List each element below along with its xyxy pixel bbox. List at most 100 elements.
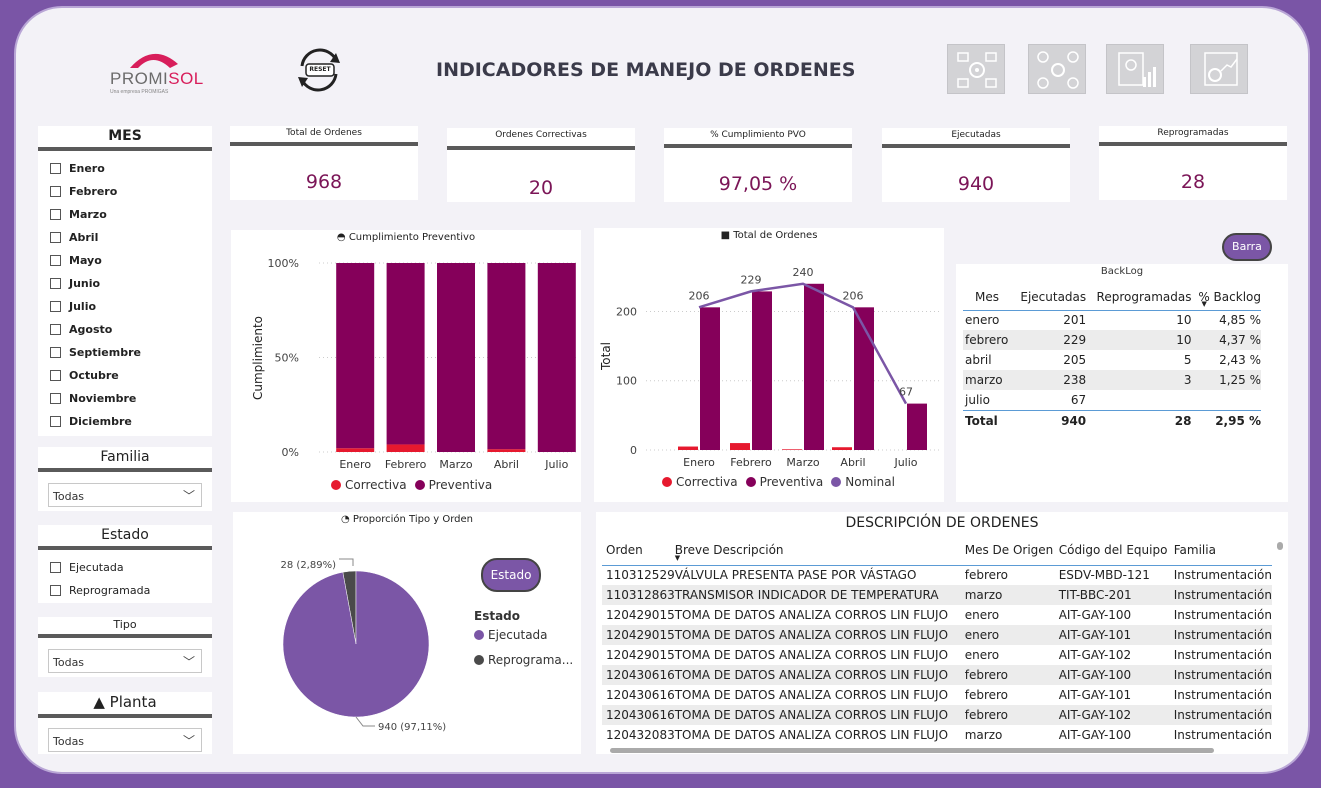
backlog-col-backlog[interactable]: % Backlog ▼: [1192, 284, 1261, 310]
backlog-total-reprogramadas: 28: [1174, 413, 1192, 428]
y-tick-label: 200: [616, 305, 637, 318]
table-row[interactable]: 110312863 TRANSMISOR INDICADOR DE TEMPERA…: [602, 585, 1272, 605]
page-title: INDICADORES DE MANEJO DE ORDENES: [436, 59, 856, 81]
backlog-table-card: BackLog Mes Ejecutadas Reprogramadas % B…: [956, 264, 1288, 502]
kpi-divider: [882, 144, 1070, 148]
table-row[interactable]: 120429015 TOMA DE DATOS ANALIZA CORROS LI…: [602, 625, 1272, 645]
backlog-row[interactable]: abril 205 5 2,43 %: [963, 350, 1261, 370]
settings-chart-icon[interactable]: [1190, 44, 1248, 94]
horizontal-scrollbar[interactable]: [610, 748, 1214, 753]
estado-button[interactable]: Estado: [481, 558, 541, 592]
backlog-row[interactable]: julio 67: [963, 390, 1261, 410]
backlog-cell: 238: [1063, 373, 1087, 387]
table-cell: Instrumentación: [1173, 628, 1272, 642]
backlog-row[interactable]: enero 201 10 4,85 %: [963, 310, 1261, 330]
chevron-down-icon: ﹀: [182, 489, 195, 503]
estado-item-reprogramada[interactable]: Reprogramada: [50, 584, 150, 597]
bar-correctiva: [832, 447, 852, 450]
data-label: 206: [689, 289, 710, 302]
mes-item-febrero[interactable]: Febrero: [50, 185, 117, 198]
y-tick-label: 100%: [268, 257, 299, 270]
table-cell: TOMA DE DATOS ANALIZA CORROS LIN FLUJO: [674, 648, 949, 662]
mes-item-septiembre[interactable]: Septiembre: [50, 346, 141, 359]
ordenes-col-codigo[interactable]: Código del Equipo: [1059, 536, 1174, 565]
estado-item-ejecutada[interactable]: Ejecutada: [50, 561, 124, 574]
kpi-label: Reprogramadas: [1157, 128, 1229, 138]
mes-item-diciembre[interactable]: Diciembre: [50, 415, 132, 428]
familia-dropdown[interactable]: Todas ﹀: [48, 483, 202, 507]
backlog-col-label: % Backlog: [1198, 289, 1261, 304]
planta-dropdown[interactable]: Todas ﹀: [48, 728, 202, 752]
ordenes-table-card: DESCRIPCIÓN DE ORDENES Orden Breve Descr…: [596, 512, 1288, 754]
planta-slicer-title: ▲ Planta: [93, 693, 157, 711]
table-row[interactable]: 110312529 VÁLVULA PRESENTA PASE POR VÁSTA…: [602, 565, 1272, 585]
cumplimiento-chart-card: ◓ Cumplimiento Preventivo 0% 50% 100% Cumpl…: [231, 230, 581, 502]
mes-item-junio[interactable]: Junio: [50, 277, 100, 290]
x-tick-label: Marzo: [786, 456, 820, 469]
ordenes-col-descripcion[interactable]: Breve Descripción ▼: [675, 536, 965, 565]
table-cell: febrero: [964, 708, 1009, 722]
backlog-cell: 10: [1176, 313, 1192, 328]
x-tick-label: Enero: [683, 456, 715, 469]
checkbox-icon: [50, 186, 61, 197]
table-row[interactable]: 120432083 TOMA DE DATOS ANALIZA CORROS LI…: [602, 725, 1272, 745]
vertical-scrollbar[interactable]: [1277, 542, 1283, 550]
backlog-col-mes[interactable]: Mes: [963, 284, 1013, 310]
barra-button[interactable]: Barra: [1222, 233, 1272, 261]
logo-text-b: SOL: [168, 69, 204, 88]
logo-text-a: PROMI: [110, 69, 169, 88]
sort-desc-icon: ▼: [1201, 300, 1207, 308]
backlog-row[interactable]: febrero 229 10 4,37 %: [963, 330, 1261, 350]
familia-slicer-title: Familia: [100, 449, 150, 465]
data-label: 206: [843, 289, 864, 302]
table-row[interactable]: 120429015 TOMA DE DATOS ANALIZA CORROS LI…: [602, 605, 1272, 625]
bar-preventiva: [487, 263, 526, 450]
mes-item-label: Febrero: [69, 185, 118, 198]
chevron-down-icon: ﹀: [182, 655, 195, 669]
process-gears-icon[interactable]: [947, 44, 1005, 94]
sort-desc-icon: ▼: [674, 554, 681, 562]
table-cell: 120430616: [606, 708, 675, 722]
table-row[interactable]: 120429015 TOMA DE DATOS ANALIZA CORROS LI…: [602, 645, 1272, 665]
backlog-table: Mes Ejecutadas Reprogramadas % Backlog ▼ …: [963, 284, 1261, 431]
table-cell: TOMA DE DATOS ANALIZA CORROS LIN FLUJO: [674, 628, 949, 642]
backlog-cell: [1086, 390, 1191, 410]
network-gears-icon[interactable]: [1028, 44, 1086, 94]
mes-item-enero[interactable]: Enero: [50, 162, 105, 175]
legend-dot-correctiva: [331, 480, 341, 490]
planta-dropdown-value: Todas: [53, 735, 85, 748]
checkbox-icon: [50, 370, 61, 381]
mes-item-abril[interactable]: Abril: [50, 231, 98, 244]
mes-item-noviembre[interactable]: Noviembre: [50, 392, 136, 405]
mes-slicer-divider: [38, 147, 212, 151]
ordenes-table: Orden Breve Descripción ▼ Mes De Origen C…: [602, 536, 1272, 745]
backlog-cell: julio: [965, 392, 990, 407]
report-chart-icon[interactable]: [1106, 44, 1164, 94]
backlog-row[interactable]: marzo 238 3 1,25 %: [963, 370, 1261, 390]
ordenes-col-mes[interactable]: Mes De Origen: [965, 536, 1059, 565]
backlog-cell: abril: [965, 353, 992, 367]
tipo-dropdown[interactable]: Todas ﹀: [48, 649, 202, 673]
reset-button[interactable]: RESET: [292, 44, 348, 96]
table-row[interactable]: 120430616 TOMA DE DATOS ANALIZA CORROS LI…: [602, 665, 1272, 685]
ordenes-col-orden[interactable]: Orden: [602, 536, 675, 565]
table-row[interactable]: 120430616 TOMA DE DATOS ANALIZA CORROS LI…: [602, 705, 1272, 725]
mes-item-octubre[interactable]: Octubre: [50, 369, 119, 382]
checkbox-icon: [50, 301, 61, 312]
mes-item-mayo[interactable]: Mayo: [50, 254, 102, 267]
x-tick-label: Febrero: [385, 458, 427, 471]
table-cell: febrero: [964, 688, 1009, 702]
table-cell: TRANSMISOR INDICADOR DE TEMPERATURA: [674, 588, 939, 602]
legend-dot-preventiva: [414, 480, 425, 490]
table-row[interactable]: 120430616 TOMA DE DATOS ANALIZA CORROS LI…: [602, 685, 1272, 705]
leader-line: [355, 716, 375, 727]
mes-item-marzo[interactable]: Marzo: [50, 208, 107, 221]
y-axis-label: Total: [599, 342, 613, 371]
x-tick-label: Enero: [339, 458, 371, 471]
mes-item-julio[interactable]: Julio: [50, 300, 96, 313]
ordenes-col-familia[interactable]: Familia: [1174, 536, 1272, 565]
mes-item-agosto[interactable]: Agosto: [50, 323, 112, 336]
backlog-col-ejecutadas[interactable]: Ejecutadas: [1013, 284, 1086, 310]
backlog-col-reprogramadas[interactable]: Reprogramadas: [1086, 284, 1192, 310]
table-cell: 120429015: [606, 608, 675, 622]
